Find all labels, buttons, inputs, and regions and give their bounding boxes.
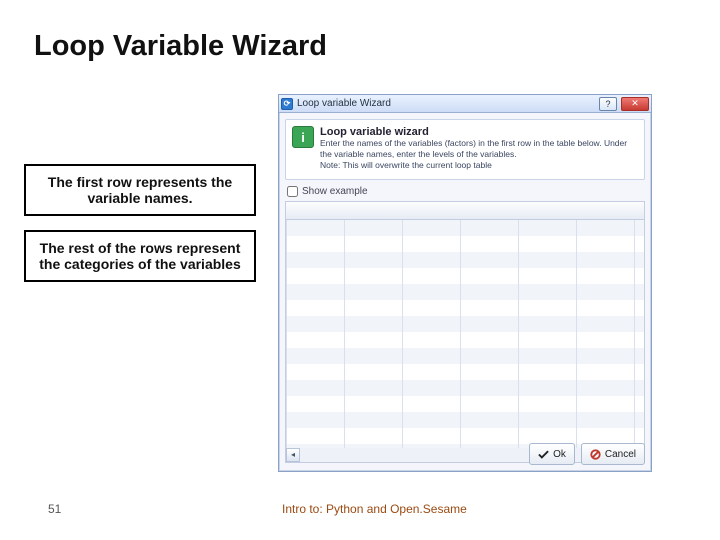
close-button[interactable]: ✕: [621, 97, 649, 111]
header-desc: Enter the names of the variables (factor…: [320, 138, 638, 159]
header-title: Loop variable wizard: [320, 126, 638, 138]
grid-header-row[interactable]: [286, 202, 644, 220]
info-icon: i: [292, 126, 314, 148]
titlebar: ⟳ Loop variable Wizard ? ✕: [279, 95, 651, 113]
cancel-icon: [590, 449, 601, 460]
footer-text: Intro to: Python and Open.Sesame: [282, 502, 467, 516]
check-icon: [538, 449, 549, 460]
header-panel: i Loop variable wizard Enter the names o…: [285, 119, 645, 180]
variable-grid[interactable]: ◂ ▸: [285, 201, 645, 463]
wizard-dialog: ⟳ Loop variable Wizard ? ✕ i Loop variab…: [278, 94, 652, 472]
show-example-input[interactable]: [287, 186, 298, 197]
window-title: Loop variable Wizard: [297, 98, 595, 109]
callout-rest-rows: The rest of the rows represent the categ…: [24, 230, 256, 282]
ok-label: Ok: [553, 449, 566, 460]
callout-first-row: The first row represents the variable na…: [24, 164, 256, 216]
header-note: Note: This will overwrite the current lo…: [320, 160, 638, 171]
cancel-button[interactable]: Cancel: [581, 443, 645, 465]
dialog-footer: Ok Cancel: [279, 437, 651, 471]
cancel-label: Cancel: [605, 449, 636, 460]
page-number: 51: [48, 502, 61, 516]
show-example-label: Show example: [302, 186, 368, 197]
help-button[interactable]: ?: [599, 97, 617, 111]
show-example-checkbox[interactable]: Show example: [287, 186, 643, 197]
app-icon: ⟳: [281, 98, 293, 110]
ok-button[interactable]: Ok: [529, 443, 575, 465]
page-title: Loop Variable Wizard: [34, 30, 327, 63]
